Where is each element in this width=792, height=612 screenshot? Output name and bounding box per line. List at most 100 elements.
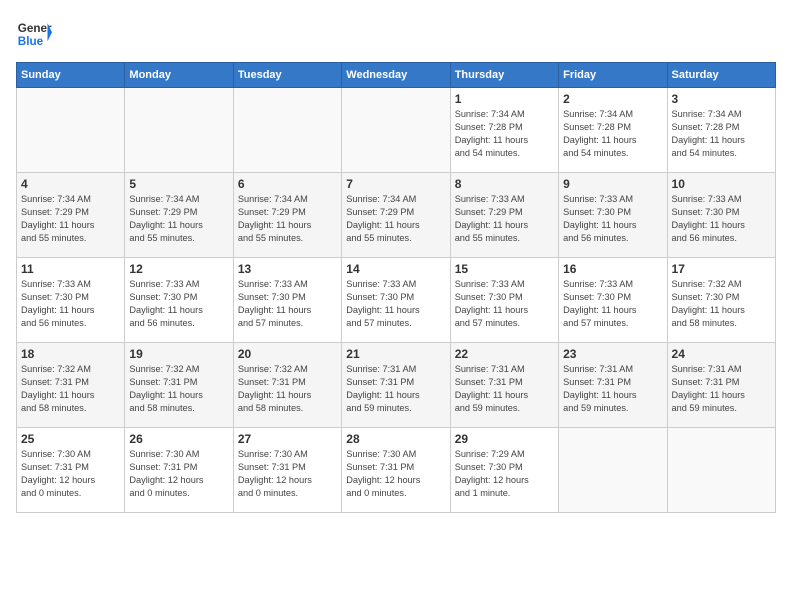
day-number: 8: [455, 177, 554, 191]
logo-icon: General Blue: [16, 16, 52, 52]
day-info: Sunrise: 7:32 AM Sunset: 7:31 PM Dayligh…: [238, 363, 337, 415]
day-info: Sunrise: 7:34 AM Sunset: 7:28 PM Dayligh…: [672, 108, 771, 160]
day-info: Sunrise: 7:29 AM Sunset: 7:30 PM Dayligh…: [455, 448, 554, 500]
calendar-cell: 27 Sunrise: 7:30 AM Sunset: 7:31 PM Dayli…: [233, 428, 341, 513]
day-number: 10: [672, 177, 771, 191]
day-info: Sunrise: 7:33 AM Sunset: 7:30 PM Dayligh…: [21, 278, 120, 330]
calendar-cell: 21 Sunrise: 7:31 AM Sunset: 7:31 PM Dayli…: [342, 343, 450, 428]
day-number: 9: [563, 177, 662, 191]
weekday-header-friday: Friday: [559, 63, 667, 88]
day-number: 21: [346, 347, 445, 361]
calendar-cell: 4 Sunrise: 7:34 AM Sunset: 7:29 PM Daylig…: [17, 173, 125, 258]
day-info: Sunrise: 7:31 AM Sunset: 7:31 PM Dayligh…: [346, 363, 445, 415]
calendar-cell: 20 Sunrise: 7:32 AM Sunset: 7:31 PM Dayli…: [233, 343, 341, 428]
day-info: Sunrise: 7:30 AM Sunset: 7:31 PM Dayligh…: [238, 448, 337, 500]
day-info: Sunrise: 7:30 AM Sunset: 7:31 PM Dayligh…: [129, 448, 228, 500]
day-number: 29: [455, 432, 554, 446]
calendar-cell: 26 Sunrise: 7:30 AM Sunset: 7:31 PM Dayli…: [125, 428, 233, 513]
day-number: 7: [346, 177, 445, 191]
svg-text:General: General: [18, 22, 52, 35]
calendar-cell: 15 Sunrise: 7:33 AM Sunset: 7:30 PM Dayli…: [450, 258, 558, 343]
calendar-cell: 24 Sunrise: 7:31 AM Sunset: 7:31 PM Dayli…: [667, 343, 775, 428]
day-info: Sunrise: 7:33 AM Sunset: 7:30 PM Dayligh…: [346, 278, 445, 330]
day-number: 6: [238, 177, 337, 191]
weekday-header-saturday: Saturday: [667, 63, 775, 88]
calendar-cell: 11 Sunrise: 7:33 AM Sunset: 7:30 PM Dayli…: [17, 258, 125, 343]
day-number: 12: [129, 262, 228, 276]
day-info: Sunrise: 7:33 AM Sunset: 7:30 PM Dayligh…: [563, 193, 662, 245]
day-number: 11: [21, 262, 120, 276]
calendar-cell: [125, 88, 233, 173]
day-info: Sunrise: 7:33 AM Sunset: 7:30 PM Dayligh…: [455, 278, 554, 330]
day-number: 22: [455, 347, 554, 361]
calendar-cell: 12Sunrise: 7:33 AM Sunset: 7:30 PM Dayli…: [125, 258, 233, 343]
day-number: 3: [672, 92, 771, 106]
calendar-cell: [17, 88, 125, 173]
calendar-cell: 25 Sunrise: 7:30 AM Sunset: 7:31 PM Dayli…: [17, 428, 125, 513]
day-number: 17: [672, 262, 771, 276]
calendar-cell: 28 Sunrise: 7:30 AM Sunset: 7:31 PM Dayli…: [342, 428, 450, 513]
calendar-cell: [559, 428, 667, 513]
day-info: Sunrise: 7:34 AM Sunset: 7:28 PM Dayligh…: [455, 108, 554, 160]
weekday-header-monday: Monday: [125, 63, 233, 88]
day-info: Sunrise: 7:31 AM Sunset: 7:31 PM Dayligh…: [455, 363, 554, 415]
day-info: Sunrise: 7:32 AM Sunset: 7:30 PM Dayligh…: [672, 278, 771, 330]
day-number: 18: [21, 347, 120, 361]
day-info: Sunrise: 7:34 AM Sunset: 7:29 PM Dayligh…: [129, 193, 228, 245]
calendar-cell: [667, 428, 775, 513]
calendar-cell: 8 Sunrise: 7:33 AM Sunset: 7:29 PM Daylig…: [450, 173, 558, 258]
calendar-cell: 18 Sunrise: 7:32 AM Sunset: 7:31 PM Dayli…: [17, 343, 125, 428]
day-info: Sunrise: 7:32 AM Sunset: 7:31 PM Dayligh…: [129, 363, 228, 415]
day-number: 1: [455, 92, 554, 106]
day-number: 28: [346, 432, 445, 446]
day-number: 4: [21, 177, 120, 191]
day-info: Sunrise: 7:33 AM Sunset: 7:30 PM Dayligh…: [238, 278, 337, 330]
day-info: Sunrise: 7:34 AM Sunset: 7:29 PM Dayligh…: [21, 193, 120, 245]
weekday-header-wednesday: Wednesday: [342, 63, 450, 88]
day-number: 15: [455, 262, 554, 276]
calendar-cell: 3 Sunrise: 7:34 AM Sunset: 7:28 PM Daylig…: [667, 88, 775, 173]
calendar-cell: 5 Sunrise: 7:34 AM Sunset: 7:29 PM Daylig…: [125, 173, 233, 258]
calendar-cell: 22 Sunrise: 7:31 AM Sunset: 7:31 PM Dayli…: [450, 343, 558, 428]
day-number: 27: [238, 432, 337, 446]
day-number: 20: [238, 347, 337, 361]
day-number: 25: [21, 432, 120, 446]
calendar-cell: 19 Sunrise: 7:32 AM Sunset: 7:31 PM Dayli…: [125, 343, 233, 428]
day-number: 19: [129, 347, 228, 361]
day-info: Sunrise: 7:33 AM Sunset: 7:29 PM Dayligh…: [455, 193, 554, 245]
header-area: General Blue: [16, 16, 776, 52]
day-number: 26: [129, 432, 228, 446]
day-number: 2: [563, 92, 662, 106]
weekday-header-tuesday: Tuesday: [233, 63, 341, 88]
calendar-cell: 2 Sunrise: 7:34 AM Sunset: 7:28 PM Daylig…: [559, 88, 667, 173]
calendar-table: SundayMondayTuesdayWednesdayThursdayFrid…: [16, 62, 776, 513]
calendar-cell: [342, 88, 450, 173]
weekday-header-sunday: Sunday: [17, 63, 125, 88]
calendar-cell: 13 Sunrise: 7:33 AM Sunset: 7:30 PM Dayli…: [233, 258, 341, 343]
day-info: Sunrise: 7:34 AM Sunset: 7:29 PM Dayligh…: [238, 193, 337, 245]
day-info: Sunrise: 7:33 AM Sunset: 7:30 PM Dayligh…: [672, 193, 771, 245]
day-number: 23: [563, 347, 662, 361]
day-number: 5: [129, 177, 228, 191]
day-info: Sunrise: 7:34 AM Sunset: 7:28 PM Dayligh…: [563, 108, 662, 160]
day-number: 24: [672, 347, 771, 361]
day-info: Sunrise: 7:34 AM Sunset: 7:29 PM Dayligh…: [346, 193, 445, 245]
day-info: Sunrise: 7:30 AM Sunset: 7:31 PM Dayligh…: [346, 448, 445, 500]
calendar-cell: 14 Sunrise: 7:33 AM Sunset: 7:30 PM Dayli…: [342, 258, 450, 343]
day-number: 14: [346, 262, 445, 276]
calendar-cell: 7 Sunrise: 7:34 AM Sunset: 7:29 PM Daylig…: [342, 173, 450, 258]
day-info: Sunrise: 7:33 AM Sunset: 7:30 PM Dayligh…: [563, 278, 662, 330]
calendar-cell: 29 Sunrise: 7:29 AM Sunset: 7:30 PM Dayli…: [450, 428, 558, 513]
calendar-cell: 10 Sunrise: 7:33 AM Sunset: 7:30 PM Dayli…: [667, 173, 775, 258]
day-number: 16: [563, 262, 662, 276]
day-number: 13: [238, 262, 337, 276]
calendar-cell: 6 Sunrise: 7:34 AM Sunset: 7:29 PM Daylig…: [233, 173, 341, 258]
calendar-cell: 9 Sunrise: 7:33 AM Sunset: 7:30 PM Daylig…: [559, 173, 667, 258]
day-info: Sunrise: 7:31 AM Sunset: 7:31 PM Dayligh…: [563, 363, 662, 415]
day-info: Sunrise: 7:31 AM Sunset: 7:31 PM Dayligh…: [672, 363, 771, 415]
day-info: Sunrise: 7:32 AM Sunset: 7:31 PM Dayligh…: [21, 363, 120, 415]
calendar-cell: [233, 88, 341, 173]
calendar-cell: 1 Sunrise: 7:34 AM Sunset: 7:28 PM Daylig…: [450, 88, 558, 173]
calendar-cell: 16 Sunrise: 7:33 AM Sunset: 7:30 PM Dayli…: [559, 258, 667, 343]
day-info: Sunrise: 7:30 AM Sunset: 7:31 PM Dayligh…: [21, 448, 120, 500]
